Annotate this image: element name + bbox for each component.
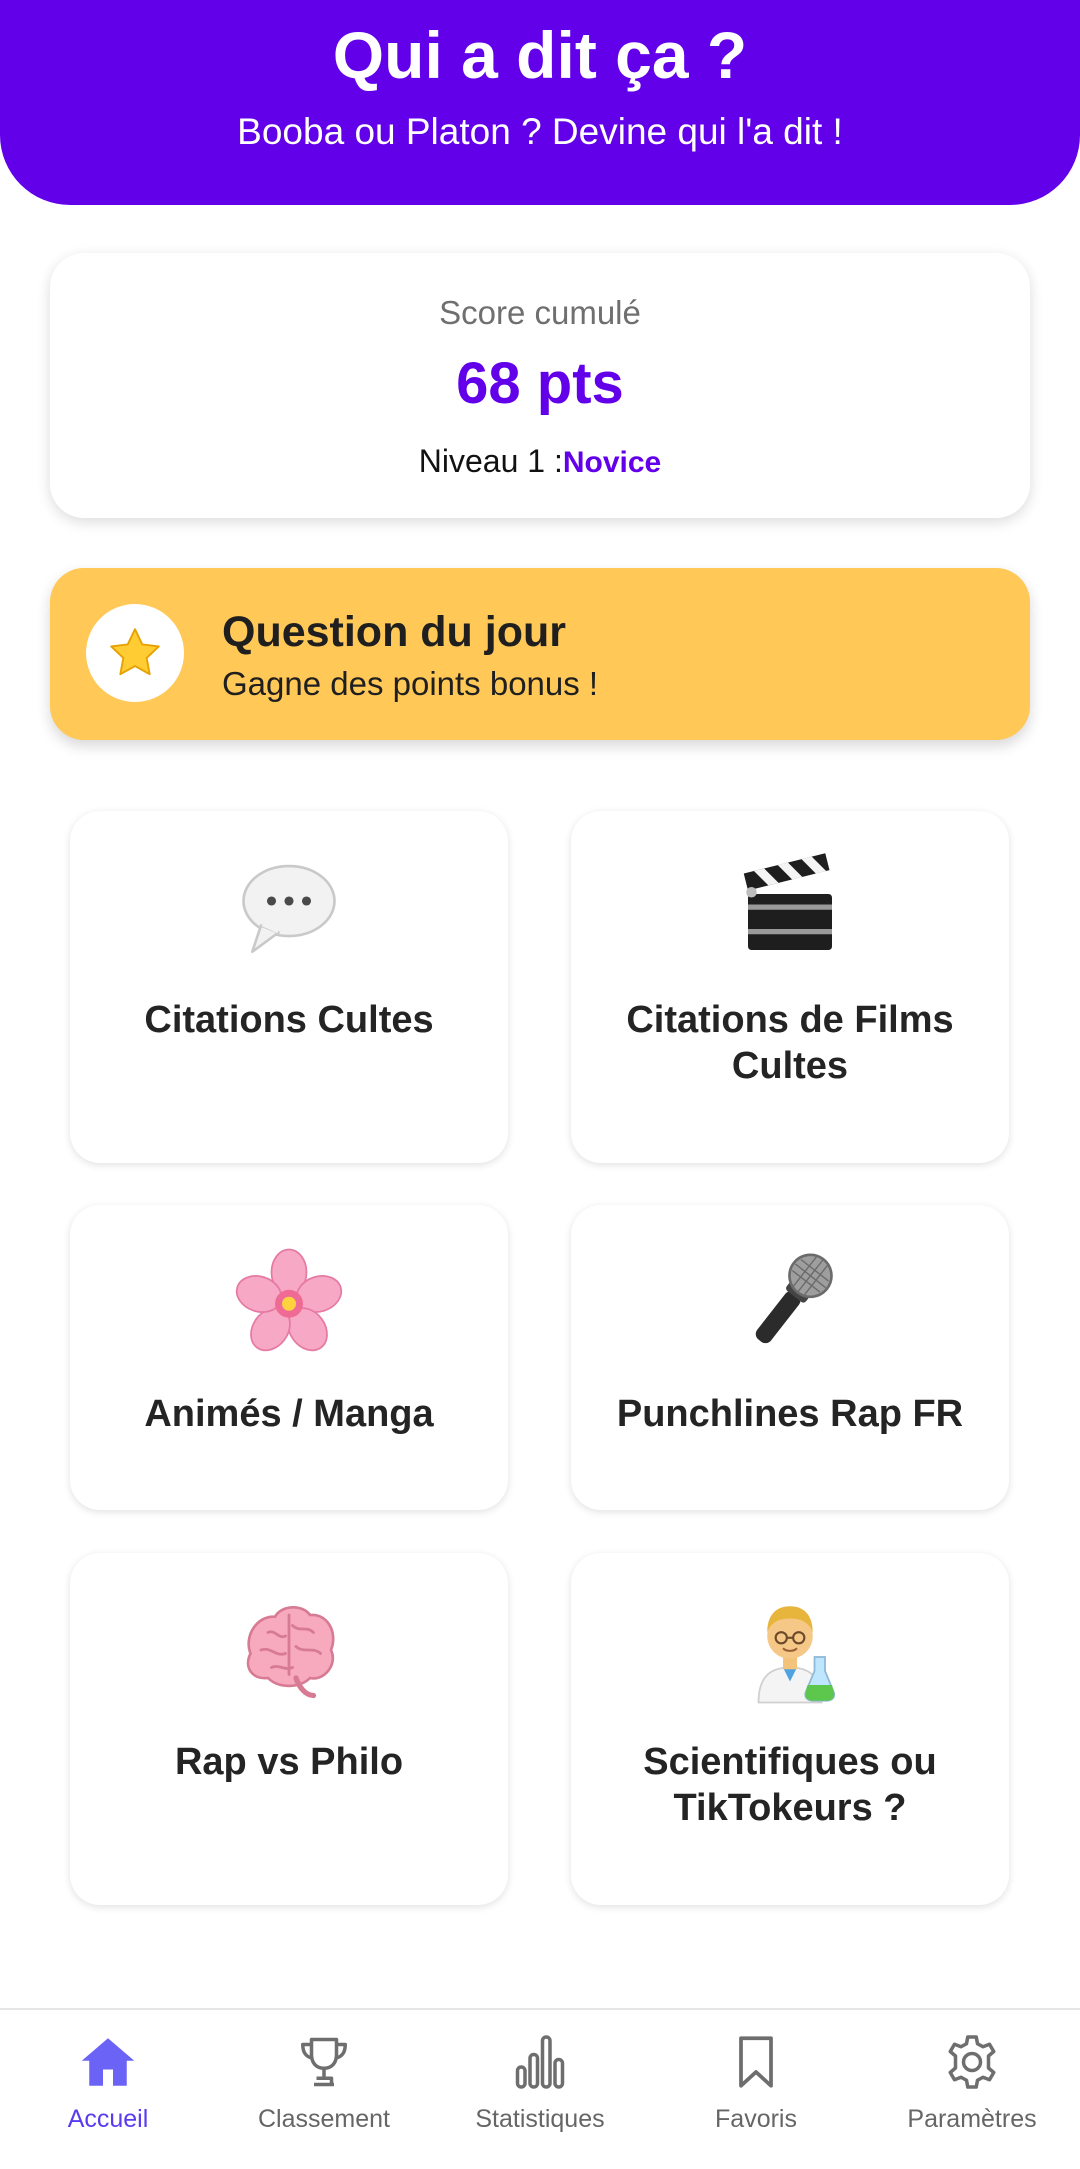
microphone-icon	[571, 1247, 1009, 1357]
category-label: Rap vs Philo	[174, 1741, 404, 1783]
app-title: Qui a dit ça ?	[332, 18, 748, 92]
category-card-punchlines[interactable]: Punchlines Rap FR	[571, 1205, 1009, 1510]
category-card-films[interactable]: Citations de Films Cultes	[571, 811, 1009, 1163]
category-card-scientifiques[interactable]: Scientifiques ou TikTokeurs ?	[571, 1553, 1009, 1905]
home-icon	[0, 2030, 216, 2094]
nav-label: Accueil	[67, 2105, 149, 2133]
score-card: Score cumulé 68 pts Niveau 1 :Novice	[50, 253, 1030, 518]
nav-label: Paramètres	[907, 2105, 1037, 2133]
category-card-animes[interactable]: Animés / Manga	[70, 1205, 508, 1510]
cherry-blossom-icon	[70, 1247, 508, 1357]
category-label: Punchlines Rap FR	[616, 1393, 964, 1435]
nav-item-classement[interactable]: Classement	[216, 2010, 432, 2169]
score-label: Score cumulé	[439, 294, 641, 331]
trophy-icon	[216, 2030, 432, 2094]
score-value: 68 pts	[456, 351, 624, 416]
nav-label: Favoris	[715, 2105, 797, 2133]
daily-question-title: Question du jour	[222, 608, 566, 656]
star-icon	[110, 628, 160, 676]
daily-question-banner[interactable]: Question du jour Gagne des points bonus …	[50, 568, 1030, 740]
speech-bubble-icon	[70, 853, 508, 963]
category-label: Animés / Manga	[144, 1393, 434, 1435]
level-name: Novice	[562, 446, 662, 479]
daily-icon-circle	[86, 604, 184, 702]
app-subtitle: Booba ou Platon ? Devine qui l'a dit !	[237, 111, 843, 152]
app-header: Qui a dit ça ? Booba ou Platon ? Devine …	[0, 0, 1080, 205]
daily-question-subtitle: Gagne des points bonus !	[222, 665, 599, 702]
category-label: Citations de Films Cultes	[626, 999, 954, 1087]
category-label: Citations Cultes	[144, 999, 434, 1041]
gear-icon	[864, 2030, 1080, 2094]
clapperboard-icon	[571, 853, 1009, 963]
nav-label: Classement	[258, 2105, 390, 2133]
bar-chart-icon	[432, 2030, 648, 2094]
category-card-rap-vs-philo[interactable]: Rap vs Philo	[70, 1553, 508, 1905]
score-level: Niveau 1 :Novice	[50, 439, 1030, 485]
category-card-citations-cultes[interactable]: Citations Cultes	[70, 811, 508, 1163]
home-screen: Qui a dit ça ? Booba ou Platon ? Devine …	[0, 0, 1080, 2169]
nav-item-parametres[interactable]: Paramètres	[864, 2010, 1080, 2169]
level-prefix: Niveau 1 :	[418, 443, 563, 479]
nav-item-accueil[interactable]: Accueil	[0, 2010, 216, 2169]
nav-item-statistiques[interactable]: Statistiques	[432, 2010, 648, 2169]
scientist-icon	[571, 1595, 1009, 1705]
brain-icon	[70, 1595, 508, 1705]
nav-item-favoris[interactable]: Favoris	[648, 2010, 864, 2169]
bottom-nav: Accueil Classement Statistiques Favoris …	[0, 2008, 1080, 2169]
bookmark-icon	[648, 2030, 864, 2094]
category-label: Scientifiques ou TikTokeurs ?	[643, 1741, 937, 1829]
nav-label: Statistiques	[475, 2105, 605, 2133]
